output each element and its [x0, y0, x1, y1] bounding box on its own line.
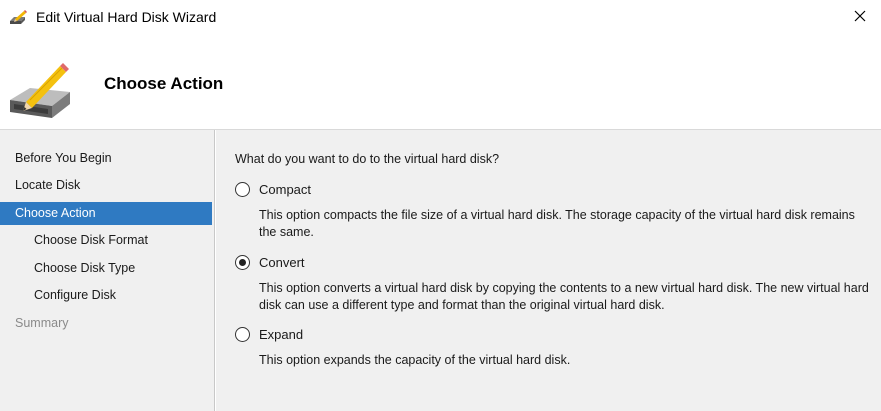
title-bar: Edit Virtual Hard Disk Wizard — [0, 0, 881, 36]
sidebar-item-choose-disk-format[interactable]: Choose Disk Format — [0, 229, 212, 252]
expand-label[interactable]: Expand — [259, 327, 303, 342]
sidebar-item-before-you-begin[interactable]: Before You Begin — [0, 147, 212, 170]
convert-option[interactable]: Convert — [235, 255, 305, 270]
sidebar-item-choose-disk-type[interactable]: Choose Disk Type — [0, 257, 212, 280]
wizard-header: Choose Action — [0, 36, 881, 130]
expand-description: This option expands the capacity of the … — [259, 353, 571, 367]
disk-pencil-icon — [9, 10, 27, 26]
sidebar-item-locate-disk[interactable]: Locate Disk — [0, 174, 212, 197]
sidebar-item-configure-disk[interactable]: Configure Disk — [0, 284, 212, 307]
convert-radio[interactable] — [235, 255, 250, 270]
page-title: Choose Action — [104, 74, 224, 93]
compact-option[interactable]: Compact — [235, 182, 311, 197]
convert-label[interactable]: Convert — [259, 255, 305, 270]
close-button[interactable] — [849, 6, 871, 28]
disk-pencil-large-icon — [8, 62, 72, 124]
sidebar-item-choose-action[interactable]: Choose Action — [0, 202, 212, 225]
window-title: Edit Virtual Hard Disk Wizard — [36, 9, 217, 25]
close-icon — [854, 10, 866, 25]
expand-radio[interactable] — [235, 327, 250, 342]
main-panel: What do you want to do to the virtual ha… — [216, 130, 881, 411]
compact-radio[interactable] — [235, 182, 250, 197]
expand-option[interactable]: Expand — [235, 327, 303, 342]
sidebar-item-summary: Summary — [15, 316, 69, 330]
compact-label[interactable]: Compact — [259, 182, 311, 197]
convert-description: This option converts a virtual hard disk… — [259, 281, 869, 312]
compact-description: This option compacts the file size of a … — [259, 208, 855, 239]
wizard-steps-sidebar: Before You Begin Locate Disk Choose Acti… — [0, 130, 215, 411]
action-question: What do you want to do to the virtual ha… — [235, 152, 500, 166]
